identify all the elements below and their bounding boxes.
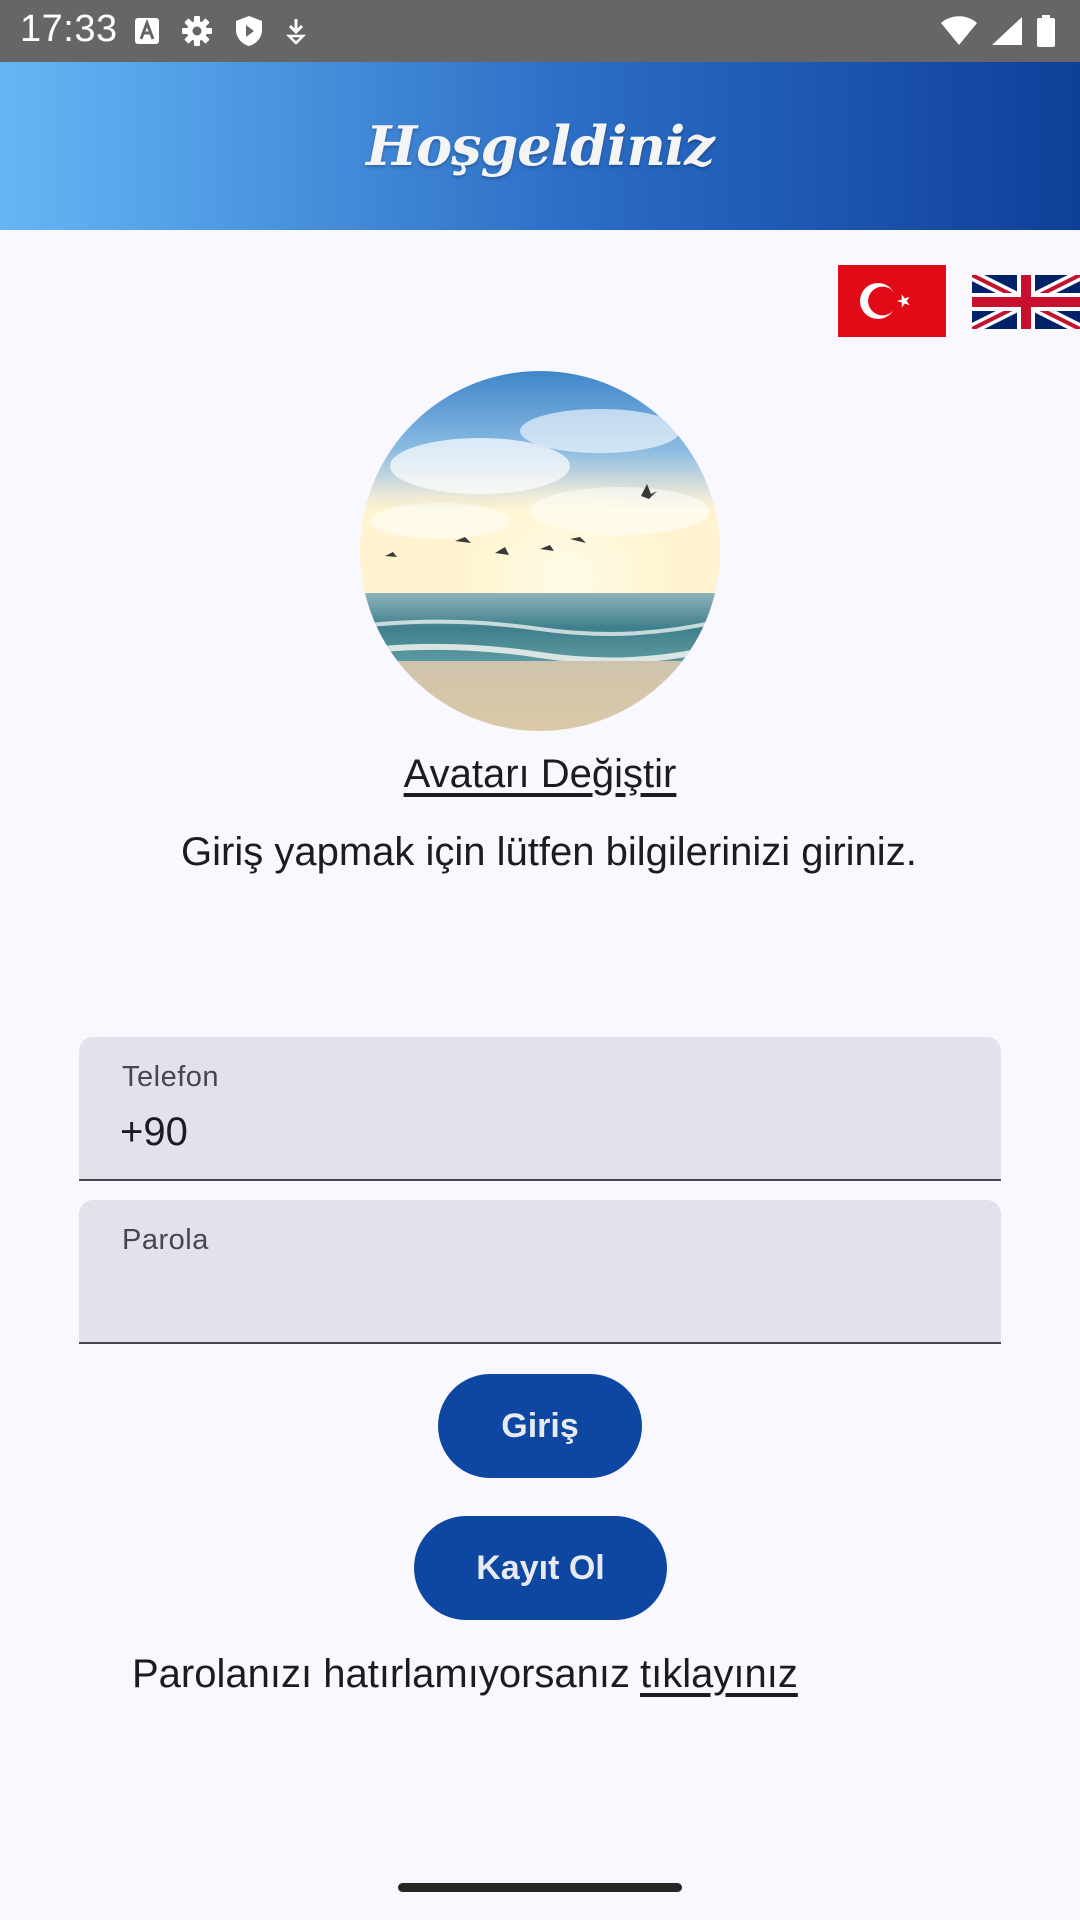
phone-field[interactable]: Telefon (79, 1037, 1001, 1181)
status-bar: 17:33 (0, 0, 1080, 62)
login-instructions: Giriş yapmak için lütfen bilgilerinizi g… (181, 830, 917, 874)
app-header: Hoşgeldiniz (0, 62, 1080, 230)
battery-icon (1036, 14, 1056, 48)
download-arrow-icon (284, 16, 308, 46)
phone-field-label: Telefon (122, 1061, 220, 1093)
change-avatar-link[interactable]: Avatarı Değiştir (0, 752, 1080, 797)
avatar[interactable] (360, 371, 720, 731)
cellular-signal-icon (990, 15, 1024, 47)
flag-uk-icon[interactable] (972, 275, 1080, 329)
flag-turkey-icon[interactable] (838, 265, 946, 337)
page-title: Hoşgeldiniz (366, 114, 715, 178)
status-time: 17:33 (20, 8, 118, 50)
phone-input[interactable] (120, 1107, 950, 1157)
gear-icon (180, 14, 214, 48)
home-indicator[interactable] (398, 1883, 682, 1892)
forgot-password-text: Parolanızı hatırlamıyorsanız (132, 1652, 630, 1696)
password-field[interactable]: Parola (79, 1200, 1001, 1344)
password-input[interactable] (120, 1270, 950, 1320)
forgot-password-link[interactable]: tıklayınız (640, 1652, 798, 1696)
password-field-label: Parola (122, 1224, 209, 1256)
register-button[interactable]: Kayıt Ol (414, 1516, 667, 1620)
font-a-icon (134, 16, 160, 46)
login-button[interactable]: Giriş (438, 1374, 642, 1478)
shield-icon (234, 14, 264, 48)
status-notification-icons (134, 14, 308, 48)
forgot-password-row: Parolanızı hatırlamıyorsanız tıklayınız (132, 1652, 798, 1697)
status-system-icons (940, 14, 1056, 48)
wifi-icon (940, 15, 978, 47)
